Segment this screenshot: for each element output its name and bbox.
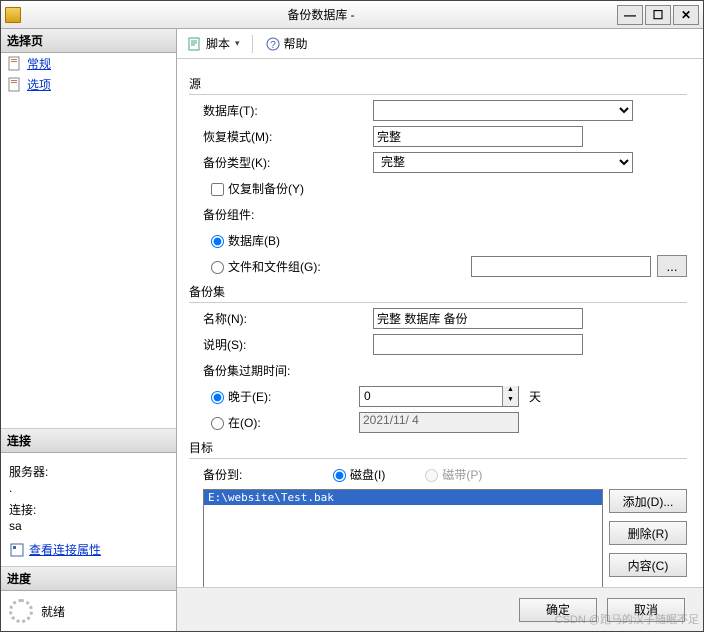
toolbar: 脚本 ? 帮助	[177, 29, 703, 59]
backup-type-label: 备份类型(K):	[203, 154, 373, 171]
expire-label: 备份集过期时间:	[203, 362, 373, 379]
progress-header: 进度	[1, 567, 176, 591]
expire-after-radio[interactable]: 晚于(E):	[211, 388, 359, 405]
server-label: 服务器:	[9, 463, 168, 480]
help-button[interactable]: ? 帮助	[261, 33, 312, 54]
remove-button[interactable]: 删除(R)	[609, 521, 687, 545]
maximize-button[interactable]: ☐	[645, 5, 671, 25]
recovery-model-field	[373, 126, 583, 147]
script-icon	[187, 36, 203, 52]
contents-button[interactable]: 内容(C)	[609, 553, 687, 577]
expire-on-radio[interactable]: 在(O):	[211, 414, 359, 431]
database-label: 数据库(T):	[203, 102, 373, 119]
properties-icon	[9, 542, 25, 558]
backup-set-group: 备份集	[189, 283, 687, 303]
filegroup-browse-button[interactable]: ...	[657, 255, 687, 277]
expire-date-picker[interactable]: 2021/11/ 4	[359, 412, 519, 433]
set-desc-label: 说明(S):	[203, 336, 373, 353]
expire-days-spinner[interactable]: 0 ▲▼	[359, 386, 519, 407]
sidebar-item-options[interactable]: 选项	[1, 74, 176, 95]
connection-header: 连接	[1, 429, 176, 453]
progress-status: 就绪	[41, 603, 65, 620]
title-bar: 备份数据库 - — ☐ ✕	[1, 1, 703, 29]
sidebar: 选择页 常规 选项 连接 服务器: . 连接: sa 查看连	[1, 29, 177, 631]
days-unit: 天	[529, 388, 541, 405]
dialog-footer: 确定 取消 CSDN @跑马的汉子随眠不足	[177, 587, 703, 631]
select-page-header: 选择页	[1, 29, 176, 53]
connection-value: sa	[9, 519, 168, 533]
sidebar-item-label: 选项	[27, 76, 51, 93]
set-desc-input[interactable]	[373, 334, 583, 355]
component-database-radio[interactable]: 数据库(B)	[211, 232, 280, 249]
toolbar-separator	[252, 35, 253, 53]
view-connection-props-link[interactable]: 查看连接属性	[29, 541, 101, 558]
backup-type-select[interactable]: 完整	[373, 152, 633, 173]
source-group: 源	[189, 75, 687, 95]
spin-down-icon[interactable]: ▼	[502, 396, 518, 406]
spin-up-icon[interactable]: ▲	[502, 386, 518, 396]
recovery-model-label: 恢复模式(M):	[203, 128, 373, 145]
component-filegroup-radio[interactable]: 文件和文件组(G):	[211, 258, 321, 275]
destination-group: 目标	[189, 439, 687, 459]
page-icon	[7, 77, 23, 93]
list-item[interactable]: E:\website\Test.bak	[204, 490, 602, 505]
filegroup-field	[471, 256, 651, 277]
add-button[interactable]: 添加(D)...	[609, 489, 687, 513]
sidebar-item-general[interactable]: 常规	[1, 53, 176, 74]
server-value: .	[9, 481, 168, 495]
destination-list[interactable]: E:\website\Test.bak	[203, 489, 603, 587]
connection-label: 连接:	[9, 501, 168, 518]
window-title: 备份数据库 -	[27, 6, 615, 23]
page-icon	[7, 56, 23, 72]
close-button[interactable]: ✕	[673, 5, 699, 25]
watermark: CSDN @跑马的汉子随眠不足	[555, 611, 699, 627]
progress-spinner-icon	[9, 599, 33, 623]
sidebar-item-label: 常规	[27, 55, 51, 72]
backup-component-label: 备份组件:	[203, 206, 373, 223]
dialog-window: 备份数据库 - — ☐ ✕ 选择页 常规 选项 连接 服务器: . 连接:	[0, 0, 704, 632]
dest-disk-radio[interactable]: 磁盘(I)	[333, 466, 385, 483]
backup-to-label: 备份到:	[203, 466, 333, 483]
set-name-input[interactable]	[373, 308, 583, 329]
dest-tape-radio: 磁带(P)	[425, 466, 482, 483]
set-name-label: 名称(N):	[203, 310, 373, 327]
svg-text:?: ?	[270, 40, 276, 51]
help-icon: ?	[265, 36, 281, 52]
database-select[interactable]	[373, 100, 633, 121]
copy-only-checkbox[interactable]: 仅复制备份(Y)	[211, 180, 304, 197]
script-button[interactable]: 脚本	[183, 33, 244, 54]
minimize-button[interactable]: —	[617, 5, 643, 25]
app-icon	[5, 7, 21, 23]
